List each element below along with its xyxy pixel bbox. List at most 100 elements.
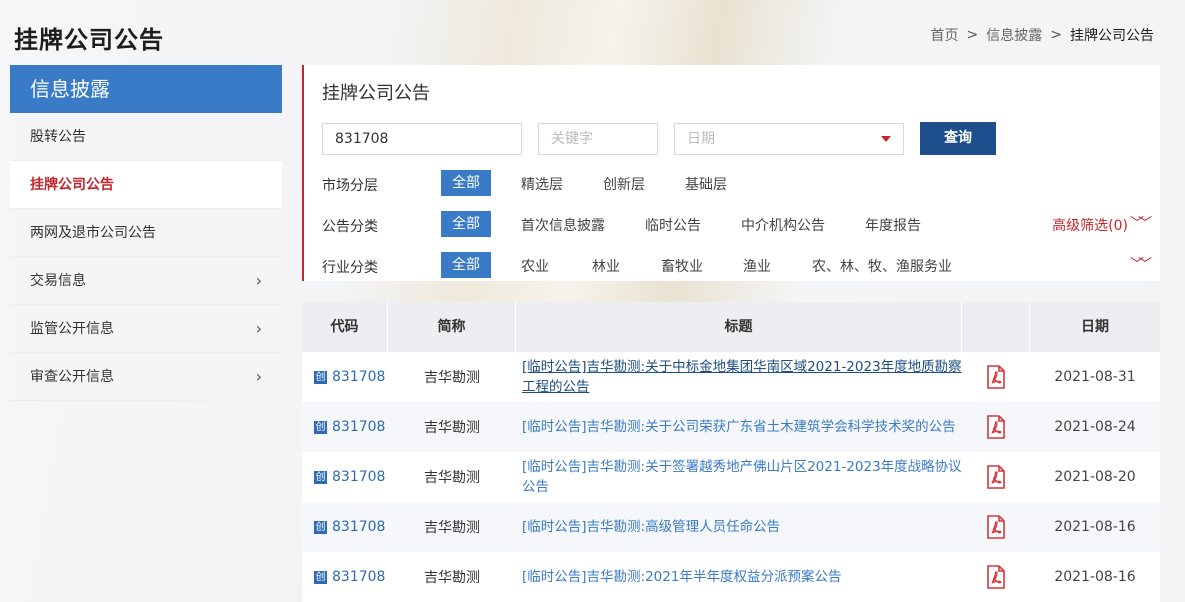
filter-option[interactable]: 临时公告 [645, 215, 701, 235]
pdf-icon[interactable] [962, 402, 1030, 452]
sidebar-item-supervision[interactable]: 监管公开信息 › [10, 305, 282, 353]
table-header: 代码 简称 标题 日期 [302, 302, 1160, 352]
sidebar-item-label: 交易信息 [30, 273, 86, 289]
header-title: 标题 [516, 302, 962, 352]
date-placeholder: 日期 [687, 131, 715, 147]
filter-option-all[interactable]: 全部 [441, 252, 491, 278]
announcement-title-link[interactable]: [临时公告]吉华勘测:关于公司荣获广东省土木建筑学会科学技术奖的公告 [522, 402, 962, 452]
double-chevron-down-icon[interactable]: ﹀﹀ [1130, 254, 1152, 274]
sidebar-item-label: 挂牌公司公告 [30, 177, 114, 193]
announcement-date: 2021-08-31 [1054, 369, 1136, 385]
stock-name: 吉华勘测 [424, 520, 480, 536]
chevron-right-icon: › [255, 367, 262, 386]
filter-label: 行业分类 [322, 260, 378, 276]
filter-option-all[interactable]: 全部 [441, 211, 491, 237]
sidebar-item-trading[interactable]: 交易信息 › [10, 257, 282, 305]
chevron-right-icon: › [255, 319, 262, 338]
date-select[interactable]: 日期 [674, 123, 904, 155]
table-row: 创 831708 吉华勘测 [临时公告]吉华勘测:关于公司荣获广东省土木建筑学会科学技… [302, 402, 1160, 452]
header-name: 简称 [388, 302, 516, 352]
filter-option[interactable]: 畜牧业 [661, 256, 703, 276]
stock-code[interactable]: 831708 [332, 369, 385, 385]
innovation-badge: 创 [314, 520, 327, 534]
announcement-title-link[interactable]: [临时公告]吉华勘测:高级管理人员任命公告 [522, 502, 962, 552]
query-button[interactable]: 查询 [920, 122, 996, 155]
filter-option[interactable]: 年度报告 [865, 215, 921, 235]
announcement-date: 2021-08-16 [1054, 569, 1136, 585]
sidebar-item-share-transfer[interactable]: 股转公告 [10, 113, 282, 161]
stock-code[interactable]: 831708 [332, 569, 385, 585]
filter-option[interactable]: 精选层 [521, 174, 563, 194]
filter-option[interactable]: 创新层 [603, 174, 645, 194]
pdf-icon[interactable] [962, 452, 1030, 502]
filter-industry: 行业分类 全部 农业 林业 畜牧业 渔业 农、林、牧、渔服务业 ﹀﹀ [322, 252, 1152, 278]
stock-code-cell[interactable]: 创 831708 [314, 552, 388, 602]
sidebar-item-review[interactable]: 审查公开信息 › [10, 353, 282, 401]
stock-code-cell[interactable]: 创 831708 [314, 452, 388, 502]
panel-title: 挂牌公司公告 [322, 83, 430, 104]
announcement-date: 2021-08-16 [1054, 519, 1136, 535]
table-row: 创 831708 吉华勘测 [临时公告]吉华勘测:2021年半年度权益分派预案公告 20… [302, 552, 1160, 602]
filter-option[interactable]: 渔业 [743, 256, 771, 276]
filter-option[interactable]: 林业 [592, 256, 620, 276]
sidebar-item-label: 股转公告 [30, 129, 86, 145]
breadcrumb-separator: > [1050, 27, 1062, 43]
innovation-badge: 创 [314, 370, 327, 384]
filter-announcement-type: 公告分类 全部 首次信息披露 临时公告 中介机构公告 年度报告 高级筛选(0) … [322, 211, 1152, 237]
filter-option[interactable]: 农、林、牧、渔服务业 [812, 256, 952, 276]
keyword-input[interactable]: 关键字 [538, 123, 658, 155]
stock-code-cell[interactable]: 创 831708 [314, 352, 388, 402]
pdf-icon[interactable] [962, 502, 1030, 552]
sidebar-item-label: 审查公开信息 [30, 369, 114, 385]
announcement-title-link[interactable]: [临时公告]吉华勘测:关于中标金地集团华南区域2021-2023年度地质勘察工程… [522, 352, 962, 402]
filter-option[interactable]: 基础层 [685, 174, 727, 194]
filter-option-all[interactable]: 全部 [441, 170, 491, 196]
filter-market-tier: 市场分层 全部 精选层 创新层 基础层 [322, 170, 1152, 196]
innovation-badge: 创 [314, 570, 327, 584]
filter-panel: 挂牌公司公告 831708 关键字 日期 查询 市场分层 全部 精选层 创新层 … [302, 65, 1160, 281]
double-chevron-down-icon[interactable]: ﹀﹀ [1130, 213, 1152, 233]
stock-code-cell[interactable]: 创 831708 [314, 502, 388, 552]
announcement-title-link[interactable]: [临时公告]吉华勘测:关于签署越秀地产佛山片区2021-2023年度战略协议公告 [522, 452, 962, 502]
announcement-table: 代码 简称 标题 日期 创 831708 吉华勘测 [临时公告]吉华勘测:关于中标金地… [302, 302, 1160, 602]
stock-code[interactable]: 831708 [332, 519, 385, 535]
breadcrumb-current: 挂牌公司公告 [1070, 28, 1154, 44]
code-input[interactable]: 831708 [322, 123, 522, 155]
pdf-icon[interactable] [962, 352, 1030, 402]
sidebar-item-delisted[interactable]: 两网及退市公司公告 [10, 209, 282, 257]
announcement-date: 2021-08-20 [1054, 469, 1136, 485]
announcement-title-link[interactable]: [临时公告]吉华勘测:2021年半年度权益分派预案公告 [522, 552, 962, 602]
advanced-filter-link[interactable]: 高级筛选(0) [1052, 215, 1128, 235]
filter-label: 市场分层 [322, 178, 378, 194]
chevron-right-icon: › [255, 271, 262, 290]
breadcrumb-info[interactable]: 信息披露 [986, 25, 1042, 45]
pdf-icon[interactable] [962, 552, 1030, 602]
stock-code[interactable]: 831708 [332, 469, 385, 485]
sidebar-item-label: 两网及退市公司公告 [30, 225, 156, 241]
filter-option[interactable]: 农业 [521, 256, 549, 276]
header-pdf [962, 302, 1030, 352]
sidebar-title: 信息披露 [10, 65, 282, 113]
sidebar-item-listed-company[interactable]: 挂牌公司公告 [10, 161, 282, 209]
header-date: 日期 [1081, 319, 1109, 335]
table-row: 创 831708 吉华勘测 [临时公告]吉华勘测:关于中标金地集团华南区域2021-2… [302, 352, 1160, 402]
stock-name: 吉华勘测 [424, 470, 480, 486]
table-body: 创 831708 吉华勘测 [临时公告]吉华勘测:关于中标金地集团华南区域2021-2… [302, 352, 1160, 602]
breadcrumb: 首页 > 信息披露 > 挂牌公司公告 [931, 25, 1154, 45]
innovation-badge: 创 [314, 470, 327, 484]
header-code: 代码 [302, 302, 388, 352]
stock-name: 吉华勘测 [424, 370, 480, 386]
table-row: 创 831708 吉华勘测 [临时公告]吉华勘测:关于签署越秀地产佛山片区2021-2… [302, 452, 1160, 502]
breadcrumb-separator: > [966, 27, 979, 43]
stock-code-cell[interactable]: 创 831708 [314, 402, 388, 452]
caret-down-icon [881, 136, 891, 142]
stock-name: 吉华勘测 [424, 420, 480, 436]
filter-option[interactable]: 首次信息披露 [521, 215, 605, 235]
announcement-date: 2021-08-24 [1054, 419, 1136, 435]
filter-label: 公告分类 [322, 219, 378, 235]
stock-code[interactable]: 831708 [332, 419, 385, 435]
table-row: 创 831708 吉华勘测 [临时公告]吉华勘测:高级管理人员任命公告 2021-08-… [302, 502, 1160, 552]
filter-option[interactable]: 中介机构公告 [741, 215, 825, 235]
breadcrumb-home[interactable]: 首页 [931, 25, 959, 45]
stock-name: 吉华勘测 [424, 570, 480, 586]
